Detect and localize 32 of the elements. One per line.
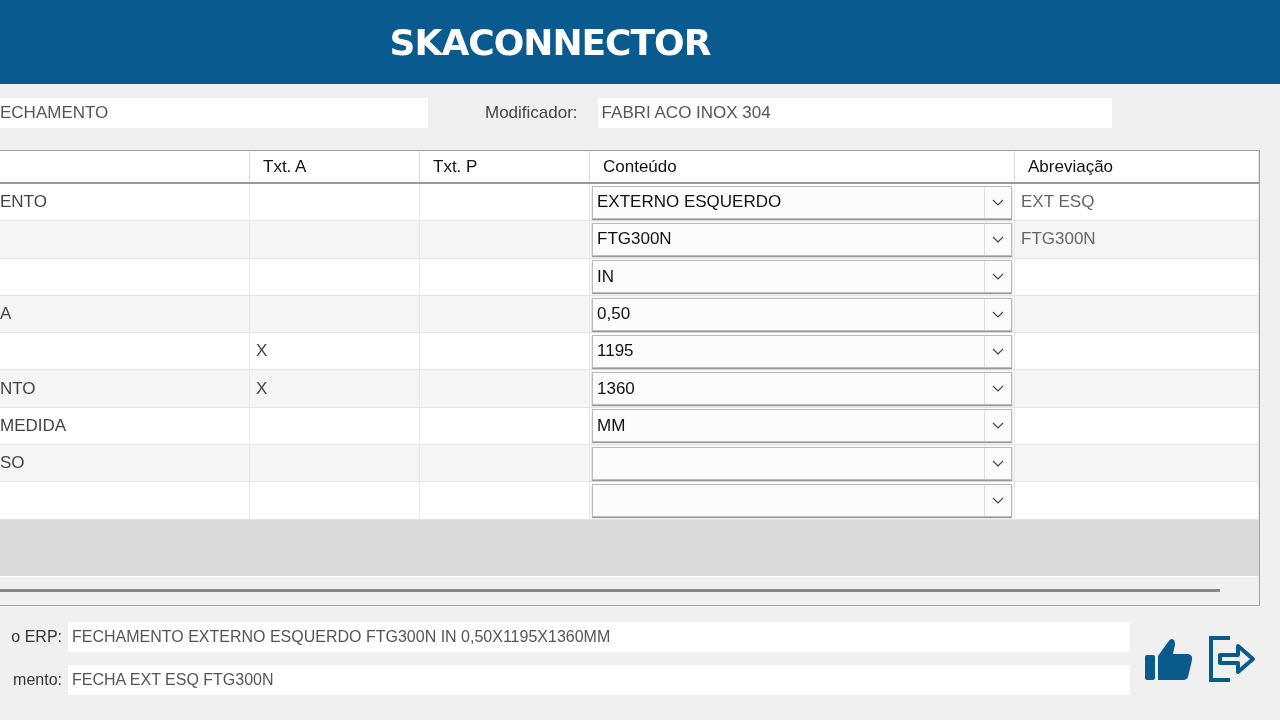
text-field[interactable]: FABRI ACO INOX 304 (597, 98, 1112, 128)
table-cell: ENTO (0, 192, 47, 213)
column-header[interactable]: Abreviação (1015, 151, 1259, 182)
table-cell: FTG300N (1021, 229, 1096, 250)
logo: SKACONNECTOR (389, 21, 711, 63)
table-cell: A (0, 304, 12, 325)
column-header[interactable]: Conteúdo (590, 151, 1015, 182)
table-cell: X (256, 341, 268, 362)
dropdown[interactable] (592, 484, 1012, 518)
exit-icon[interactable] (1208, 634, 1256, 683)
text-field[interactable]: ECHAMENTO (0, 98, 428, 128)
dropdown[interactable]: 1195 (592, 334, 1012, 368)
column-header[interactable]: Txt. P (420, 151, 590, 182)
table-cell: X (256, 378, 268, 399)
dropdown[interactable]: FTG300N (592, 222, 1012, 256)
column-header[interactable]: Txt. A (250, 151, 420, 182)
dropdown[interactable]: EXTERNO ESQUERDO (592, 185, 1012, 219)
scrollbar[interactable] (0, 588, 1220, 592)
table-cell: NTO (0, 378, 36, 399)
dropdown[interactable]: 0,50 (592, 297, 1012, 331)
table-cell: SO (0, 453, 25, 474)
table-cell: EXT ESQ (1021, 192, 1095, 213)
field-label: mento: (12, 671, 62, 689)
dropdown[interactable] (592, 446, 1012, 480)
table-cell: MEDIDA (0, 415, 67, 436)
dropdown[interactable]: MM (592, 409, 1012, 443)
field-label: Modificador: (485, 103, 578, 123)
dropdown[interactable]: 1360 (592, 372, 1012, 406)
text-field[interactable]: FECHAMENTO EXTERNO ESQUERDO FTG300N IN 0,50X1195X1360MM (68, 622, 1130, 652)
text-field[interactable]: FECHA EXT ESQ FTG300N (68, 665, 1130, 695)
field-label: o ERP: (10, 628, 62, 646)
dropdown[interactable]: IN (592, 260, 1012, 294)
